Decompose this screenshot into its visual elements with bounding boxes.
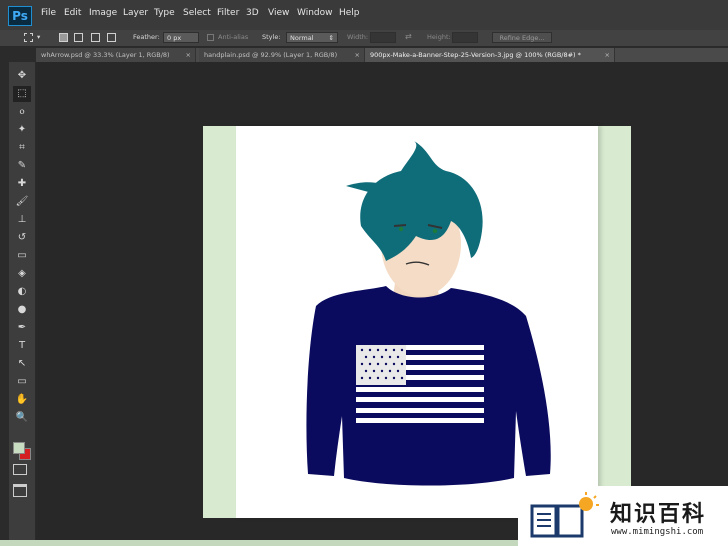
healing-brush-tool-icon[interactable]: ✚ xyxy=(13,176,31,192)
new-selection-icon[interactable] xyxy=(59,33,68,42)
magic-wand-tool-icon[interactable]: ✦ xyxy=(13,122,31,138)
options-bar: ▾ Feather: 0 px Anti-alias Style: Normal… xyxy=(0,30,728,47)
foreground-color-swatch[interactable] xyxy=(13,442,25,454)
photoshop-logo: Ps xyxy=(8,6,32,26)
pen-tool-icon[interactable]: ✒ xyxy=(13,320,31,336)
marquee-preset-icon[interactable] xyxy=(24,33,33,42)
tab-handplain[interactable]: handplain.psd @ 92.9% (Layer 1, RGB/8) × xyxy=(199,48,365,62)
tab-wharrow[interactable]: whArrow.psd @ 33.3% (Layer 1, RGB/8) × xyxy=(36,48,196,62)
close-icon[interactable]: × xyxy=(186,48,191,62)
blur-tool-icon[interactable]: ◐ xyxy=(13,284,31,300)
eraser-tool-icon[interactable]: ▭ xyxy=(13,248,31,264)
path-selection-tool-icon[interactable]: ↖ xyxy=(13,356,31,372)
feather-input[interactable]: 0 px xyxy=(163,32,199,43)
close-icon[interactable]: × xyxy=(605,48,610,62)
menu-edit[interactable]: Edit xyxy=(64,8,81,24)
document-canvas[interactable] xyxy=(236,126,598,518)
style-select[interactable]: Normal ⇕ xyxy=(286,32,338,43)
character-illustration xyxy=(306,141,551,486)
menu-filter[interactable]: Filter xyxy=(217,8,239,24)
menu-bar: Ps File Edit Image Layer Type Select Fil… xyxy=(0,0,728,31)
menu-view[interactable]: View xyxy=(268,8,289,24)
menu-file[interactable]: File xyxy=(41,8,56,24)
marquee-tool-icon[interactable]: ⬚ xyxy=(13,86,31,102)
tools-panel: ✥ ⬚ ⲟ ✦ ⌗ ✎ ✚ 🖌 ⊥ ↺ ▭ ◈ ◐ ● ✒ T ↖ ▭ ✋ 🔍 xyxy=(9,62,36,540)
subtract-selection-icon[interactable] xyxy=(91,33,100,42)
close-icon[interactable]: × xyxy=(355,48,360,62)
document-tab-bar: whArrow.psd @ 33.3% (Layer 1, RGB/8) × h… xyxy=(36,48,728,62)
history-brush-tool-icon[interactable]: ↺ xyxy=(13,230,31,246)
hand-tool-icon[interactable]: ✋ xyxy=(13,392,31,408)
style-value: Normal xyxy=(290,34,314,42)
quick-mask-icon[interactable] xyxy=(13,464,27,475)
menu-image[interactable]: Image xyxy=(89,8,117,24)
tab-banner-active[interactable]: 900px-Make-a-Banner-Step-25-Version-3.jp… xyxy=(365,48,615,62)
menu-window[interactable]: Window xyxy=(297,8,333,24)
crop-tool-icon[interactable]: ⌗ xyxy=(13,140,31,156)
dropdown-arrow-icon: ⇕ xyxy=(328,34,334,42)
move-tool-icon[interactable]: ✥ xyxy=(13,68,31,84)
add-selection-icon[interactable] xyxy=(74,33,83,42)
height-label: Height: xyxy=(427,33,451,41)
watermark-url: www.mimingshi.com xyxy=(611,527,704,537)
tab-label: whArrow.psd @ 33.3% (Layer 1, RGB/8) xyxy=(41,51,170,59)
watermark-logo: 知识百科 www.mimingshi.com xyxy=(518,486,728,546)
swap-dimensions-icon[interactable]: ⇄ xyxy=(405,32,412,41)
width-input[interactable] xyxy=(370,32,396,43)
clone-stamp-tool-icon[interactable]: ⊥ xyxy=(13,212,31,228)
type-tool-icon[interactable]: T xyxy=(13,338,31,354)
height-input[interactable] xyxy=(452,32,478,43)
paint-bucket-tool-icon[interactable]: ◈ xyxy=(13,266,31,282)
menu-help[interactable]: Help xyxy=(339,8,360,24)
anti-alias-label: Anti-alias xyxy=(218,33,249,41)
intersect-selection-icon[interactable] xyxy=(107,33,116,42)
tab-label: handplain.psd @ 92.9% (Layer 1, RGB/8) xyxy=(204,51,338,59)
zoom-tool-icon[interactable]: 🔍 xyxy=(13,410,31,426)
menu-layer[interactable]: Layer xyxy=(123,8,148,24)
lasso-tool-icon[interactable]: ⲟ xyxy=(13,104,31,120)
screen-mode-icon[interactable] xyxy=(13,484,27,497)
anti-alias-checkbox[interactable] xyxy=(207,34,214,41)
brush-tool-icon[interactable]: 🖌 xyxy=(13,194,31,210)
refine-edge-button[interactable]: Refine Edge... xyxy=(492,32,552,43)
eyedropper-tool-icon[interactable]: ✎ xyxy=(13,158,31,174)
style-label: Style: xyxy=(262,33,281,41)
menu-3d[interactable]: 3D xyxy=(246,8,259,24)
book-lightbulb-icon xyxy=(530,492,599,538)
dodge-tool-icon[interactable]: ● xyxy=(13,302,31,318)
menu-type[interactable]: Type xyxy=(154,8,175,24)
shape-tool-icon[interactable]: ▭ xyxy=(13,374,31,390)
watermark-title: 知识百科 xyxy=(610,502,707,527)
menu-select[interactable]: Select xyxy=(183,8,211,24)
tab-label: 900px-Make-a-Banner-Step-25-Version-3.jp… xyxy=(370,51,581,59)
preset-dropdown-arrow-icon[interactable]: ▾ xyxy=(37,33,40,41)
width-label: Width: xyxy=(347,33,369,41)
feather-label: Feather: xyxy=(133,33,160,41)
